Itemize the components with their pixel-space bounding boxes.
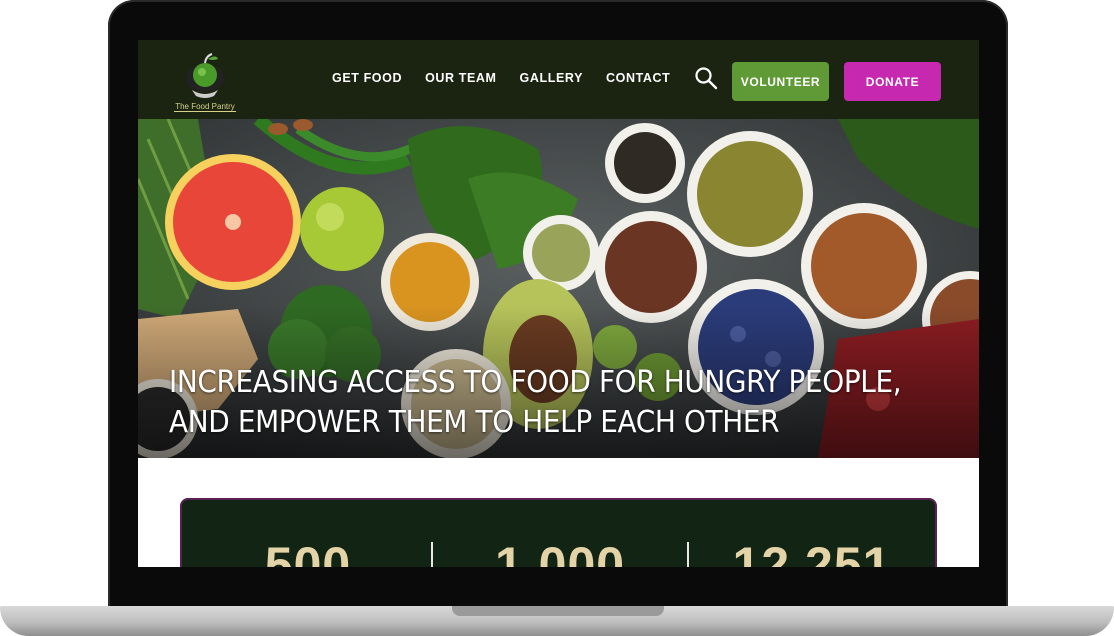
hero-title-line-2: AND EMPOWER THEM TO HELP EACH OTHER (169, 405, 780, 440)
laptop-notch (452, 606, 664, 616)
volunteer-button[interactable]: VOLUNTEER (732, 62, 829, 101)
stats-panel: 500 1,000 12,251 (180, 498, 937, 567)
main-nav: GET FOOD OUR TEAM GALLERY CONTACT (332, 71, 670, 85)
site-header: The Food Pantry GET FOOD OUR TEAM GALLER… (138, 40, 979, 119)
apple-logo-icon (186, 53, 224, 98)
nav-our-team[interactable]: OUR TEAM (425, 71, 496, 85)
laptop-screen: The Food Pantry GET FOOD OUR TEAM GALLER… (138, 40, 979, 567)
donate-button[interactable]: DONATE (844, 62, 941, 101)
stat-value: 500 (264, 537, 352, 567)
stat-divider (431, 542, 433, 567)
stat-value: 1,000 (494, 537, 626, 567)
search-icon[interactable] (694, 66, 718, 90)
nav-contact[interactable]: CONTACT (606, 71, 670, 85)
stat-value: 12,251 (732, 537, 892, 567)
site-logo[interactable]: The Food Pantry (172, 50, 238, 112)
nav-get-food[interactable]: GET FOOD (332, 71, 402, 85)
nav-gallery[interactable]: GALLERY (520, 71, 583, 85)
hero-banner: INCREASING ACCESS TO FOOD FOR HUNGRY PEO… (138, 119, 979, 458)
hero-title: INCREASING ACCESS TO FOOD FOR HUNGRY PEO… (169, 363, 904, 443)
logo-text: The Food Pantry (174, 102, 236, 112)
hero-title-line-1: INCREASING ACCESS TO FOOD FOR HUNGRY PEO… (169, 365, 902, 400)
